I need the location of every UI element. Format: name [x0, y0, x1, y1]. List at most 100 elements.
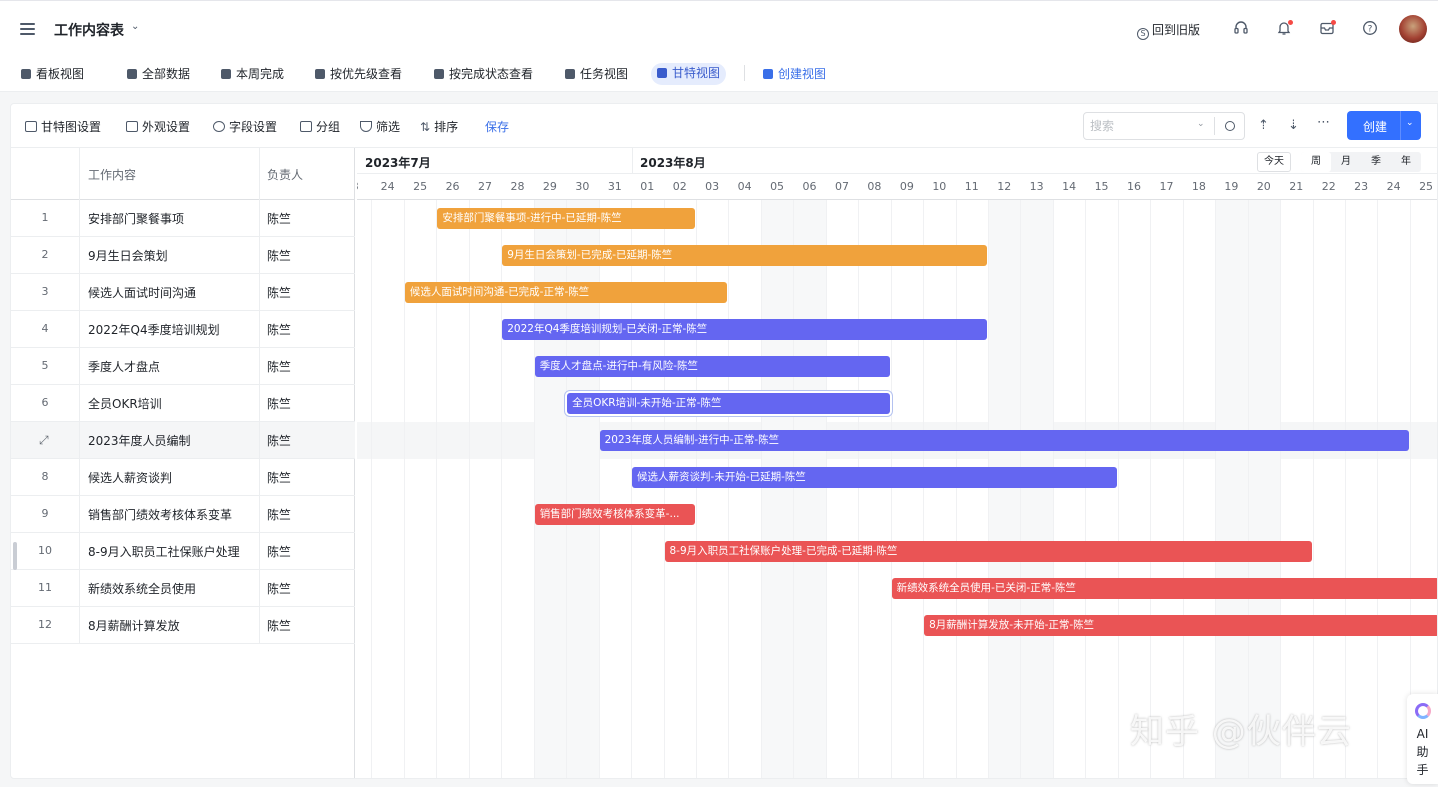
tab-gantt[interactable]: 甘特视图: [651, 63, 727, 85]
gantt-bar[interactable]: 安排部门聚餐事项-进行中-已延期-陈竺: [437, 208, 695, 229]
gantt-bar[interactable]: 新绩效系统全员使用-已关闭-正常-陈竺: [891, 578, 1437, 599]
download-icon[interactable]: ⇣: [1288, 118, 1299, 133]
owner-cell[interactable]: 陈竺: [267, 617, 291, 634]
ai-helper-button[interactable]: AI 助 手: [1407, 694, 1438, 784]
tab-this-week[interactable]: 本周完成: [215, 64, 290, 86]
table-row[interactable]: 12 8月薪酬计算发放 陈竺: [11, 607, 355, 644]
resize-handle[interactable]: [13, 542, 17, 570]
tab-task-view[interactable]: 任务视图: [559, 64, 634, 86]
owner-cell[interactable]: 陈竺: [267, 580, 291, 597]
gantt-bar[interactable]: 8-9月入职员工社保账户处理-已完成-已延期-陈竺: [664, 541, 1312, 562]
search-box[interactable]: ⌄: [1083, 112, 1245, 140]
table-row[interactable]: 9 销售部门绩效考核体系变革 陈竺: [11, 496, 355, 533]
menu-icon[interactable]: [20, 23, 35, 35]
search-icon[interactable]: [1225, 121, 1235, 131]
day-label: 29: [542, 180, 557, 193]
owner-cell[interactable]: 陈竺: [267, 543, 291, 560]
create-button[interactable]: 创建 ⌄: [1347, 111, 1421, 140]
gantt-bar[interactable]: 候选人面试时间沟通-已完成-正常-陈竺: [404, 282, 728, 303]
table-row[interactable]: 8 候选人薪资谈判 陈竺: [11, 459, 355, 496]
task-name-cell[interactable]: 季度人才盘点: [88, 358, 160, 375]
owner-cell[interactable]: 陈竺: [267, 247, 291, 264]
tab-status[interactable]: 按完成状态查看: [428, 64, 539, 86]
create-view-button[interactable]: 创建视图: [757, 64, 832, 86]
gantt-bar[interactable]: 候选人薪资谈判-未开始-已延期-陈竺: [632, 467, 1117, 488]
tab-all-data[interactable]: 全部数据: [121, 64, 196, 86]
gear-icon: [213, 121, 225, 132]
field-settings-button[interactable]: 字段设置: [213, 118, 277, 135]
table-row[interactable]: 4 2022年Q4季度培训规划 陈竺: [11, 311, 355, 348]
table-row[interactable]: 6 全员OKR培训 陈竺: [11, 385, 355, 422]
tab-kanban[interactable]: 看板视图: [15, 64, 90, 86]
owner-cell[interactable]: 陈竺: [267, 506, 291, 523]
table-row[interactable]: 3 候选人面试时间沟通 陈竺: [11, 274, 355, 311]
gantt-chart: 2023年7月 2023年8月 今天 周 月 季 年 3 24 25 26 27 28 29…: [357, 148, 1437, 778]
task-name-cell[interactable]: 8-9月入职员工社保账户处理: [88, 543, 240, 560]
more-icon[interactable]: ⋯: [1317, 115, 1330, 130]
table-row[interactable]: 5 季度人才盘点 陈竺: [11, 348, 355, 385]
gantt-bar[interactable]: 销售部门绩效考核体系变革-...: [534, 504, 695, 525]
gantt-bar[interactable]: 季度人才盘点-进行中-有风险-陈竺: [534, 356, 890, 377]
today-button[interactable]: 今天: [1257, 152, 1291, 172]
gantt-bar[interactable]: 8月薪酬计算发放-未开始-正常-陈竺: [924, 615, 1437, 636]
expand-icon[interactable]: ⤢: [39, 433, 49, 448]
gantt-bar[interactable]: 全员OKR培训-未开始-正常-陈竺: [567, 393, 890, 414]
page-title[interactable]: 工作内容表: [54, 20, 124, 40]
group-button[interactable]: 分组: [300, 118, 340, 135]
filter-button[interactable]: 筛选: [360, 118, 400, 135]
day-label: 12: [997, 180, 1012, 193]
owner-cell[interactable]: 陈竺: [267, 210, 291, 227]
scale-year[interactable]: 年: [1391, 152, 1421, 172]
owner-cell[interactable]: 陈竺: [267, 395, 291, 412]
avatar[interactable]: [1399, 15, 1427, 43]
task-name-cell[interactable]: 2023年度人员编制: [88, 432, 191, 449]
upload-icon[interactable]: ⇡: [1258, 118, 1269, 133]
scale-month[interactable]: 月: [1331, 152, 1361, 172]
task-name-cell[interactable]: 8月薪酬计算发放: [88, 617, 180, 634]
scale-week[interactable]: 周: [1301, 152, 1331, 172]
column-header-owner[interactable]: 负责人: [267, 166, 303, 183]
chevron-down-icon[interactable]: ⌄: [1406, 118, 1414, 128]
sort-button[interactable]: ⇅ 排序: [420, 118, 458, 135]
task-name-cell[interactable]: 候选人薪资谈判: [88, 469, 172, 486]
table-row[interactable]: ⤢ 2023年度人员编制 陈竺: [11, 422, 355, 459]
task-name-cell[interactable]: 候选人面试时间沟通: [88, 284, 196, 301]
appearance-button[interactable]: 外观设置: [126, 118, 190, 135]
save-button[interactable]: 保存: [485, 118, 509, 135]
gantt-bar[interactable]: 9月生日会策划-已完成-已延期-陈竺: [502, 245, 987, 266]
owner-cell[interactable]: 陈竺: [267, 432, 291, 449]
month-divider: [632, 148, 633, 174]
table-row[interactable]: 2 9月生日会策划 陈竺: [11, 237, 355, 274]
column-header-task[interactable]: 工作内容: [88, 166, 136, 183]
owner-cell[interactable]: 陈竺: [267, 284, 291, 301]
gantt-bar[interactable]: 2022年Q4季度培训规划-已关闭-正常-陈竺: [502, 319, 987, 340]
day-label: 18: [1191, 180, 1206, 193]
gantt-bar[interactable]: 2023年度人员编制-进行中-正常-陈竺: [599, 430, 1409, 451]
table-row[interactable]: 11 新绩效系统全员使用 陈竺: [11, 570, 355, 607]
day-gridline: [1344, 200, 1346, 778]
task-name-cell[interactable]: 新绩效系统全员使用: [88, 580, 196, 597]
owner-cell[interactable]: 陈竺: [267, 469, 291, 486]
table-row[interactable]: 10 8-9月入职员工社保账户处理 陈竺: [11, 533, 355, 570]
old-version-link[interactable]: S 回到旧版: [1137, 21, 1200, 40]
tab-priority[interactable]: 按优先级查看: [309, 64, 408, 86]
scale-quarter[interactable]: 季: [1361, 152, 1391, 172]
owner-cell[interactable]: 陈竺: [267, 358, 291, 375]
task-name-cell[interactable]: 2022年Q4季度培训规划: [88, 321, 220, 338]
task-name-cell[interactable]: 9月生日会策划: [88, 247, 168, 264]
toolbar-label: 外观设置: [142, 120, 191, 134]
owner-cell[interactable]: 陈竺: [267, 321, 291, 338]
chevron-down-icon[interactable]: ⌄: [1197, 119, 1205, 129]
search-input[interactable]: [1090, 118, 1190, 134]
day-label: 24: [1386, 180, 1401, 193]
chevron-down-icon[interactable]: ⌄: [131, 21, 139, 32]
table-row[interactable]: 1 安排部门聚餐事项 陈竺: [11, 200, 355, 237]
day-gridline: [1280, 200, 1282, 778]
task-name-cell[interactable]: 全员OKR培训: [88, 395, 162, 412]
task-name-cell[interactable]: 销售部门绩效考核体系变革: [88, 506, 232, 523]
gantt-settings-button[interactable]: 甘特图设置: [25, 118, 101, 135]
headset-icon[interactable]: [1233, 20, 1249, 36]
help-icon[interactable]: ?: [1362, 20, 1378, 36]
column-divider: [259, 148, 260, 200]
task-name-cell[interactable]: 安排部门聚餐事项: [88, 210, 184, 227]
